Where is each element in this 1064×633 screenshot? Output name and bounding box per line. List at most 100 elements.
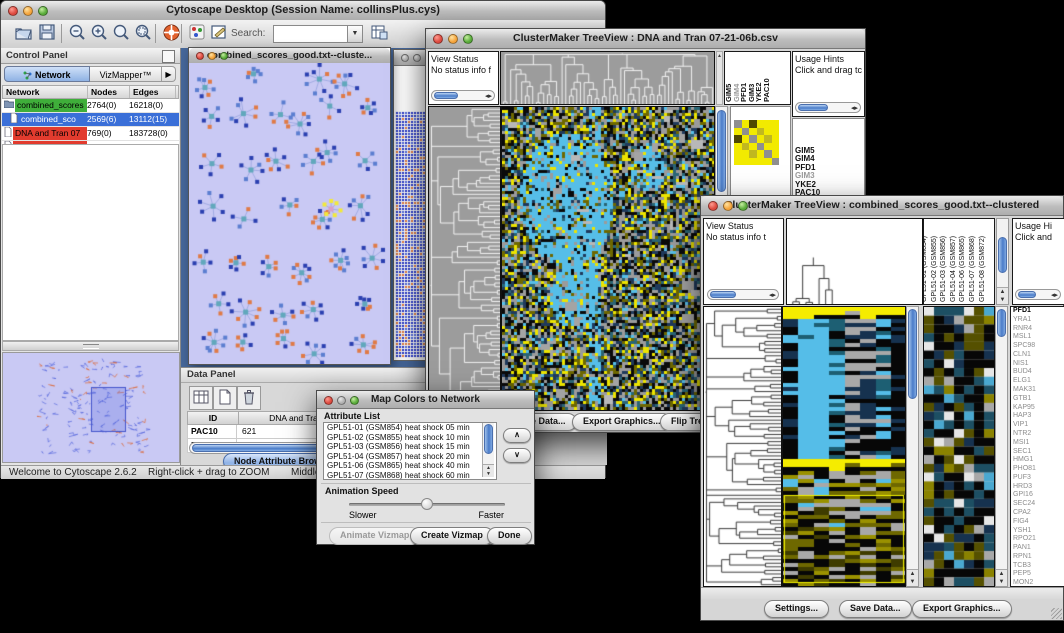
attribute-browser-icon[interactable] <box>369 23 389 44</box>
matrix-cell[interactable] <box>749 135 757 143</box>
matrix-cell[interactable] <box>757 158 765 166</box>
close-button[interactable] <box>708 201 718 211</box>
matrix-cell[interactable] <box>772 158 780 166</box>
zoom-button[interactable] <box>463 34 473 44</box>
matrix-cell[interactable] <box>764 128 772 136</box>
gene-label[interactable]: PHO81 <box>1011 465 1064 474</box>
network-list-row[interactable]: DNA and Tran 07769(0)183728(0) <box>2 127 179 141</box>
gene-label[interactable]: YRA1 <box>1011 316 1064 325</box>
search-input[interactable] <box>273 25 349 43</box>
close-button[interactable] <box>196 52 204 60</box>
attribute-list-item[interactable]: GPL51-01 (GSM854) heat shock 05 min <box>324 423 496 433</box>
animate-vizmap-button[interactable]: Animate Vizmap <box>329 527 420 545</box>
tv2-column-label[interactable]: GPL51-08 (GSM872) <box>979 236 986 302</box>
tv2-column-label[interactable]: GPL51-02 (GSM855) <box>931 236 938 302</box>
tv2-status-hscrollbar[interactable]: ◂▸ <box>707 289 779 300</box>
tv1-row-dendrogram[interactable] <box>428 106 501 411</box>
import-table-icon[interactable] <box>189 386 213 410</box>
resize-grip[interactable] <box>1051 608 1062 619</box>
treeview1-titlebar[interactable]: ClusterMaker TreeView : DNA and Tran 07-… <box>426 29 865 49</box>
gene-label[interactable]: KAP95 <box>1011 404 1064 413</box>
matrix-cell[interactable] <box>749 150 757 158</box>
gene-label[interactable]: PUF3 <box>1011 474 1064 483</box>
gene-label[interactable]: PFD1 <box>1011 307 1064 316</box>
gene-label[interactable]: FIG4 <box>1011 518 1064 527</box>
matrix-cell[interactable] <box>749 143 757 151</box>
network-column-header[interactable]: Edges <box>130 86 176 98</box>
gene-label[interactable]: MSL1 <box>1011 333 1064 342</box>
gene-label[interactable]: HRD3 <box>1011 483 1064 492</box>
gene-label[interactable]: CLN1 <box>1011 351 1064 360</box>
tv2-row-dendrogram[interactable] <box>703 306 782 587</box>
minimize-button[interactable] <box>208 52 216 60</box>
gene-label[interactable]: SEC24 <box>1011 500 1064 509</box>
matrix-cell[interactable] <box>742 150 750 158</box>
tv2-collabel-vscrollbar[interactable]: ▲▼ <box>996 218 1009 305</box>
tv1-cluster-similarity-matrix[interactable] <box>734 120 779 165</box>
gene-label[interactable]: SEC1 <box>1011 448 1064 457</box>
close-button[interactable] <box>324 396 333 405</box>
float-panel-icon[interactable] <box>162 50 175 63</box>
matrix-cell[interactable] <box>742 143 750 151</box>
matrix-cell[interactable] <box>749 120 757 128</box>
help-lifering-icon[interactable] <box>161 23 181 44</box>
gene-label[interactable]: NIS1 <box>1011 360 1064 369</box>
delete-attribute-trash-icon[interactable] <box>237 386 261 410</box>
create-vizmap-button[interactable]: Create Vizmap <box>410 527 494 545</box>
minimize-button[interactable] <box>23 6 33 16</box>
id-column-header[interactable]: ID <box>187 411 239 425</box>
dialog-titlebar[interactable]: Map Colors to Network <box>317 391 534 409</box>
gene-label[interactable]: PEP5 <box>1011 570 1064 579</box>
gene-label[interactable]: VIP1 <box>1011 421 1064 430</box>
matrix-cell[interactable] <box>772 150 780 158</box>
move-down-button[interactable]: ∨ <box>503 448 531 463</box>
matrix-cell[interactable] <box>734 128 742 136</box>
matrix-cell[interactable] <box>742 158 750 166</box>
network-column-header[interactable]: Nodes <box>88 86 130 98</box>
gene-label[interactable]: NTR2 <box>1011 430 1064 439</box>
gene-label[interactable]: MSI1 <box>1011 439 1064 448</box>
close-button[interactable] <box>433 34 443 44</box>
matrix-cell[interactable] <box>734 143 742 151</box>
gene-label[interactable]: PAN1 <box>1011 544 1064 553</box>
attribute-list-item[interactable]: GPL51-07 (GSM868) heat shock 60 min <box>324 471 496 481</box>
node-tool-icon[interactable] <box>187 23 207 44</box>
network-canvas[interactable] <box>189 63 390 364</box>
matrix-cell[interactable] <box>734 150 742 158</box>
matrix-cell[interactable] <box>764 158 772 166</box>
tv1-status-hscrollbar[interactable]: ◂▸ <box>431 90 495 101</box>
matrix-cell[interactable] <box>764 120 772 128</box>
zoom-in-icon[interactable] <box>89 23 109 44</box>
zoom-button[interactable] <box>738 201 748 211</box>
attribute-list-item[interactable]: GPL51-02 (GSM855) heat shock 10 min <box>324 433 496 443</box>
network-birdseye-overview[interactable] <box>2 352 180 463</box>
matrix-cell[interactable] <box>734 120 742 128</box>
zoom-button[interactable] <box>38 6 48 16</box>
matrix-cell[interactable] <box>772 128 780 136</box>
matrix-cell[interactable] <box>764 143 772 151</box>
gene-label[interactable]: GPI16 <box>1011 491 1064 500</box>
tv1-usage-hscrollbar[interactable]: ◂▸ <box>795 102 861 113</box>
tv2-column-label[interactable]: GPL51-06 (GSM865) <box>959 236 966 302</box>
export-graphics-button[interactable]: Export Graphics... <box>572 413 672 431</box>
network-column-header[interactable]: Network <box>3 86 88 98</box>
search-dropdown-arrow[interactable]: ▼ <box>347 25 363 43</box>
matrix-cell[interactable] <box>734 135 742 143</box>
done-button[interactable]: Done <box>487 527 532 545</box>
slider-thumb[interactable] <box>421 498 433 510</box>
matrix-cell[interactable] <box>749 158 757 166</box>
minimize-button[interactable] <box>337 396 346 405</box>
attribute-list-item[interactable]: GPL51-04 (GSM857) heat shock 20 min <box>324 452 496 462</box>
open-file-icon[interactable] <box>13 23 33 44</box>
tv1-column-label[interactable]: PAC10 <box>762 78 771 102</box>
tv2-column-label[interactable]: GPL51-01 (GSM854) <box>923 236 928 302</box>
gene-label[interactable]: MON2 <box>1011 579 1064 587</box>
matrix-cell[interactable] <box>757 150 765 158</box>
gene-label[interactable]: CPA2 <box>1011 509 1064 518</box>
tab-network[interactable]: Network <box>4 66 90 82</box>
gene-label[interactable]: BUD4 <box>1011 368 1064 377</box>
tv2-heatmap-vscrollbar[interactable]: ▲▼ <box>906 306 919 587</box>
matrix-cell[interactable] <box>772 143 780 151</box>
zoom-out-icon[interactable] <box>67 23 87 44</box>
tv2-column-label[interactable]: GPL51-04 (GSM857) <box>950 236 957 302</box>
